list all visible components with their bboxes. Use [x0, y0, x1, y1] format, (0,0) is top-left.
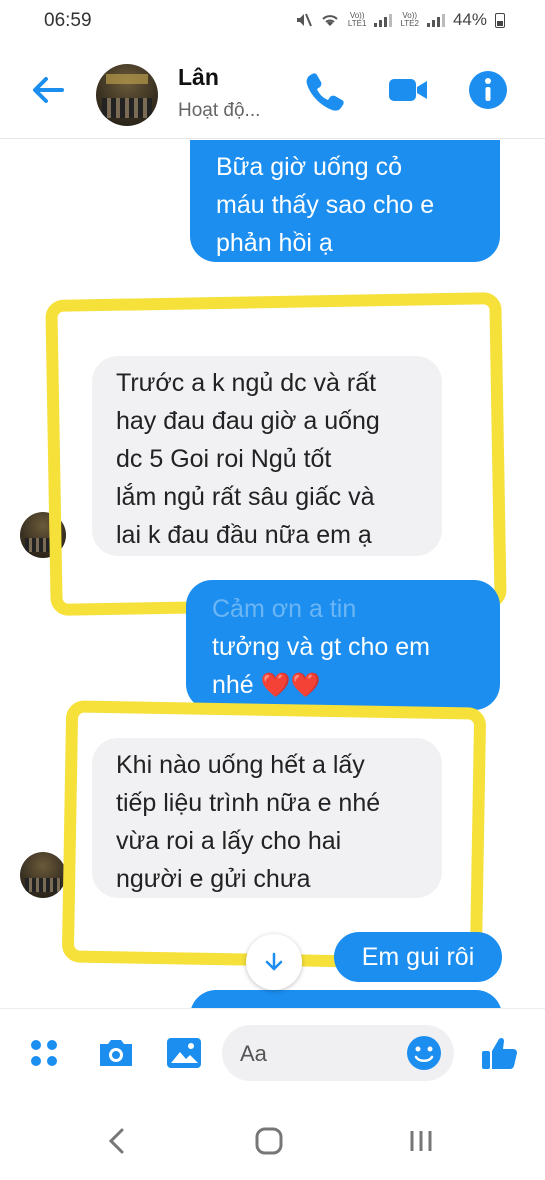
menu-dots-icon[interactable]: [22, 1031, 66, 1075]
sim2-label: Vo)) LTE2: [400, 11, 419, 28]
message-line: máu thấy sao cho e: [216, 191, 435, 219]
signal1-icon: [374, 13, 393, 27]
emoji-icon[interactable]: [402, 1031, 446, 1075]
input-placeholder-text: Aa: [240, 1041, 267, 1066]
message-line: tưởng và gt cho em: [212, 633, 430, 661]
scroll-to-bottom-button[interactable]: [246, 934, 302, 990]
video-camera-icon[interactable]: [386, 68, 430, 112]
highlight-frame: [61, 700, 487, 970]
nav-recent-apps-icon[interactable]: [406, 1126, 436, 1156]
status-bar: 06:59 Vo)) LTE1 Vo)) LTE2 44%: [0, 0, 545, 42]
activity-status: Hoạt độ...: [178, 100, 261, 121]
thumbs-up-icon[interactable]: [478, 1031, 522, 1075]
contact-avatar[interactable]: [96, 64, 158, 126]
highlight-frame: [45, 292, 507, 616]
chat-header: Lân Hoạt độ...: [0, 42, 545, 139]
nav-back-icon[interactable]: [104, 1126, 128, 1156]
sender-avatar[interactable]: [20, 852, 66, 898]
sim1-label: Vo)) LTE1: [347, 11, 367, 28]
hearts-emoji: ❤️❤️: [260, 672, 321, 699]
phone-icon[interactable]: [302, 68, 346, 112]
message-line: nhé ❤️❤️: [212, 666, 474, 705]
message-line: Bữa giờ uống cỏ: [216, 153, 403, 181]
info-icon[interactable]: [466, 68, 510, 112]
message-text: nhé: [212, 671, 254, 699]
gallery-icon[interactable]: [162, 1031, 206, 1075]
message-outgoing[interactable]: Cảm ơn a tin tưởng và gt cho em nhé ❤️❤️: [186, 580, 500, 710]
message-line: Cảm ơn a tin: [212, 595, 357, 623]
message-outgoing[interactable]: Em gui rôi: [334, 932, 502, 982]
nav-home-icon[interactable]: [254, 1126, 284, 1156]
signal2-icon: [426, 13, 445, 27]
wifi-icon: [322, 15, 338, 26]
android-nav-bar: [0, 1100, 545, 1180]
arrow-down-icon: [265, 952, 283, 971]
back-arrow-icon[interactable]: [28, 70, 68, 110]
status-time: 06:59: [44, 10, 92, 31]
message-outgoing[interactable]: Bữa giờ uống cỏ máu thấy sao cho e phản …: [190, 140, 500, 262]
mute-icon: [296, 13, 312, 27]
contact-name[interactable]: Lân: [178, 64, 219, 91]
message-line: Em gui rôi: [361, 943, 475, 971]
battery-icon: [495, 12, 505, 28]
message-line: phản hồi ạ: [216, 229, 333, 257]
battery-percent: 44%: [452, 10, 487, 29]
message-composer: Aa: [0, 1008, 545, 1101]
camera-icon[interactable]: [94, 1031, 138, 1075]
status-icons: Vo)) LTE1 Vo)) LTE2 44%: [294, 10, 505, 30]
